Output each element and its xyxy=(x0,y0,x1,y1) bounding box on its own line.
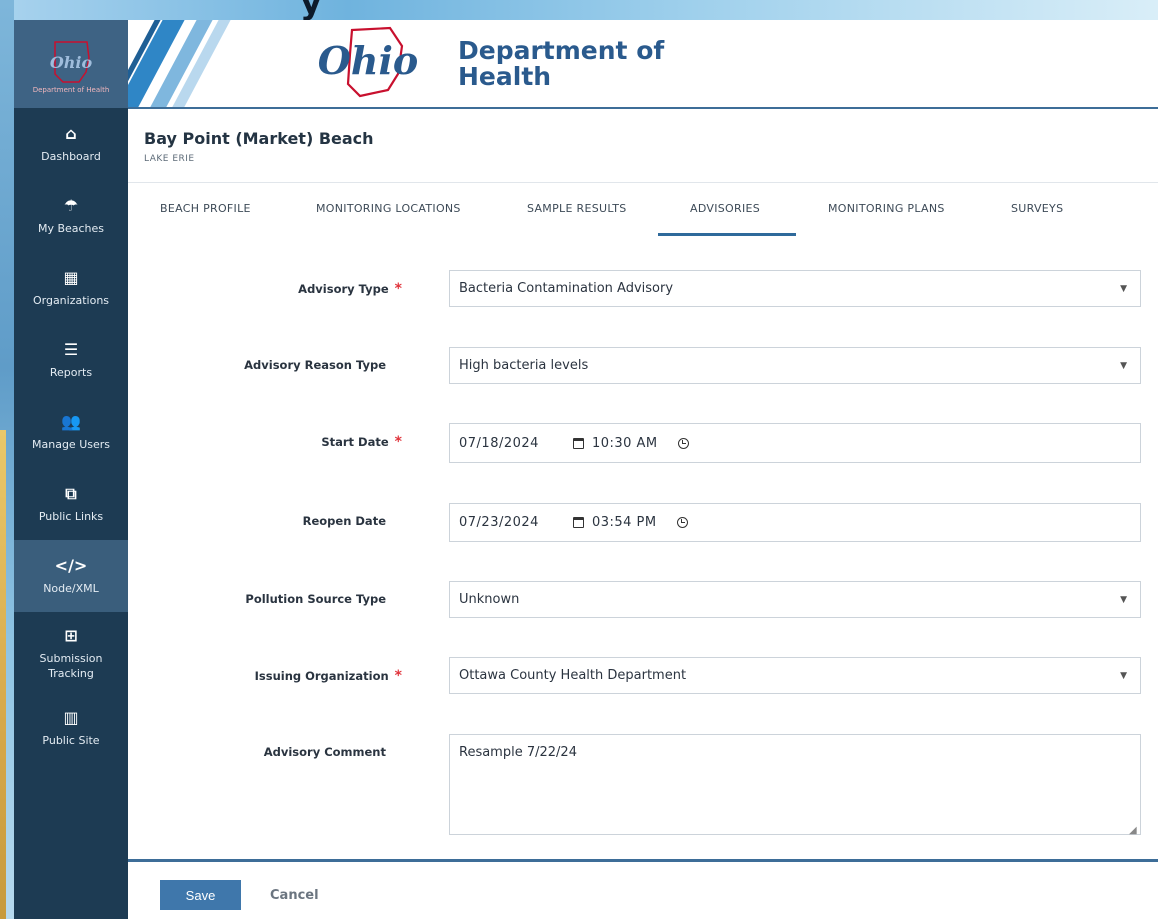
page-title-fragment: y xyxy=(300,0,324,22)
department-name-line2: Health xyxy=(458,62,552,91)
tabs-divider xyxy=(128,182,1158,183)
start-time-value: 10:30 AM xyxy=(591,435,658,451)
ohio-logo[interactable]: Ohio Department of Health xyxy=(14,20,128,108)
issuing-org-select[interactable]: Ottawa County Health Department ▼ xyxy=(449,657,1141,694)
sidebar-item-label: Manage Users xyxy=(32,437,110,451)
table-icon: ⊞ xyxy=(64,626,78,645)
reason-type-label: Advisory Reason Type xyxy=(244,358,386,372)
issuing-org-label-text: Issuing Organization xyxy=(254,669,389,683)
tab-beach-profile[interactable]: BEACH PROFILE xyxy=(160,202,251,215)
cancel-button[interactable]: Cancel xyxy=(270,880,319,910)
reason-type-select[interactable]: High bacteria levels ▼ xyxy=(449,347,1141,384)
issuing-org-value: Ottawa County Health Department xyxy=(459,668,687,683)
sidebar-item-manage-users[interactable]: 👥 Manage Users xyxy=(14,396,128,468)
header-banner: Ohio Department of Health xyxy=(128,20,1158,108)
sidebar-item-organizations[interactable]: ▦ Organizations xyxy=(14,252,128,324)
start-date-label: Start Date * xyxy=(144,434,402,450)
logo-word: Ohio xyxy=(318,38,419,83)
save-button[interactable]: Save xyxy=(160,880,241,910)
tab-monitoring-plans[interactable]: MONITORING PLANS xyxy=(828,202,945,215)
sidebar-item-submission-tracking[interactable]: ⊞ Submission Tracking xyxy=(14,612,128,696)
calendar-icon[interactable] xyxy=(572,437,584,449)
sidebar: Ohio Department of Health ⌂ Dashboard ☂ … xyxy=(14,20,128,919)
dropdown-caret-icon: ▼ xyxy=(1120,594,1127,605)
required-asterisk: * xyxy=(394,434,402,450)
sidebar-item-dashboard[interactable]: ⌂ Dashboard xyxy=(14,108,128,180)
sidebar-item-label: Public Links xyxy=(38,509,104,523)
pollution-source-label: Pollution Source Type xyxy=(245,592,386,606)
sidebar-item-public-links[interactable]: ⧉ Public Links xyxy=(14,468,128,540)
active-tab-indicator xyxy=(658,233,796,236)
dropdown-caret-icon: ▼ xyxy=(1120,360,1127,371)
sidebar-item-label: Reports xyxy=(49,365,93,379)
sliders-icon: ☰ xyxy=(63,339,79,359)
required-asterisk: * xyxy=(394,281,402,297)
tab-surveys[interactable]: SURVEYS xyxy=(1011,202,1063,215)
dropdown-caret-icon: ▼ xyxy=(1120,283,1127,294)
users-icon: 👥 xyxy=(61,411,81,431)
sidebar-item-public-site[interactable]: ▥ Public Site xyxy=(14,696,128,760)
department-name-line1: Department of xyxy=(458,36,665,65)
required-asterisk: * xyxy=(394,668,402,684)
comment-label: Advisory Comment xyxy=(263,745,386,759)
tab-monitoring-locations[interactable]: MONITORING LOCATIONS xyxy=(316,202,461,215)
sidebar-item-node-xml[interactable]: </> Node/XML xyxy=(14,540,128,612)
footer-divider xyxy=(128,859,1158,862)
code-icon: </> xyxy=(54,555,88,575)
building-icon: ▦ xyxy=(63,267,79,287)
sidebar-item-reports[interactable]: ☰ Reports xyxy=(14,324,128,396)
pollution-source-select[interactable]: Unknown ▼ xyxy=(449,581,1141,618)
svg-text:Ohio: Ohio xyxy=(50,53,93,72)
background-water-left xyxy=(0,0,14,919)
advisory-comment-textarea[interactable]: Resample 7/22/24 xyxy=(449,734,1141,835)
background-water-top xyxy=(0,0,1158,20)
advisory-type-select[interactable]: Bacteria Contamination Advisory ▼ xyxy=(449,270,1141,307)
reopen-time-value: 03:54 PM xyxy=(591,515,657,530)
reopen-date-label: Reopen Date xyxy=(302,514,386,528)
sidebar-item-label: Organizations xyxy=(32,293,110,307)
calendar-icon[interactable] xyxy=(572,517,584,528)
clock-icon[interactable] xyxy=(677,437,689,449)
sidebar-item-label: Submission Tracking xyxy=(39,652,103,680)
advisory-type-label: Advisory Type * xyxy=(144,281,402,297)
page-title: Bay Point (Market) Beach xyxy=(144,129,374,148)
reason-type-value: High bacteria levels xyxy=(459,358,589,373)
sidebar-item-my-beaches[interactable]: ☂ My Beaches xyxy=(14,180,128,252)
department-name: Department of Health xyxy=(458,38,664,90)
start-date-input[interactable]: 07/18/2024 10:30 AM xyxy=(449,423,1141,463)
ohio-state-outline-icon: Ohio xyxy=(50,41,93,83)
sidebar-item-label: Public Site xyxy=(42,733,100,747)
beach-lake-subtitle: LAKE ERIE xyxy=(144,154,195,164)
pollution-source-value: Unknown xyxy=(459,592,520,607)
resize-grip-icon[interactable]: ◢ xyxy=(1129,825,1137,836)
start-date-value: 07/18/2024 xyxy=(459,435,539,451)
umbrella-icon: ☂ xyxy=(63,195,79,215)
reopen-date-input[interactable]: 07/23/2024 03:54 PM xyxy=(449,503,1141,542)
tab-advisories[interactable]: ADVISORIES xyxy=(690,202,760,215)
logo-caption: Department of Health xyxy=(32,86,110,94)
sidebar-item-label: Dashboard xyxy=(41,149,101,163)
external-link-icon: ⧉ xyxy=(65,483,77,503)
advisory-type-label-text: Advisory Type xyxy=(298,282,389,296)
issuing-org-label: Issuing Organization * xyxy=(144,668,402,684)
home-icon: ⌂ xyxy=(65,123,77,143)
advisory-type-value: Bacteria Contamination Advisory xyxy=(459,281,674,296)
ohio-wordmark-logo: Ohio xyxy=(318,26,419,98)
reopen-date-value: 07/23/2024 xyxy=(459,515,539,530)
main-panel: Bay Point (Market) Beach LAKE ERIE BEACH… xyxy=(128,109,1158,919)
sidebar-item-label: My Beaches xyxy=(37,221,105,235)
department-brand: Ohio Department of Health xyxy=(298,20,664,108)
map-icon: ▥ xyxy=(63,707,79,727)
sidebar-item-label: Node/XML xyxy=(43,581,99,595)
tab-sample-results[interactable]: SAMPLE RESULTS xyxy=(527,202,627,215)
dropdown-caret-icon: ▼ xyxy=(1120,670,1127,681)
start-date-label-text: Start Date xyxy=(321,435,389,449)
clock-icon[interactable] xyxy=(676,517,688,528)
